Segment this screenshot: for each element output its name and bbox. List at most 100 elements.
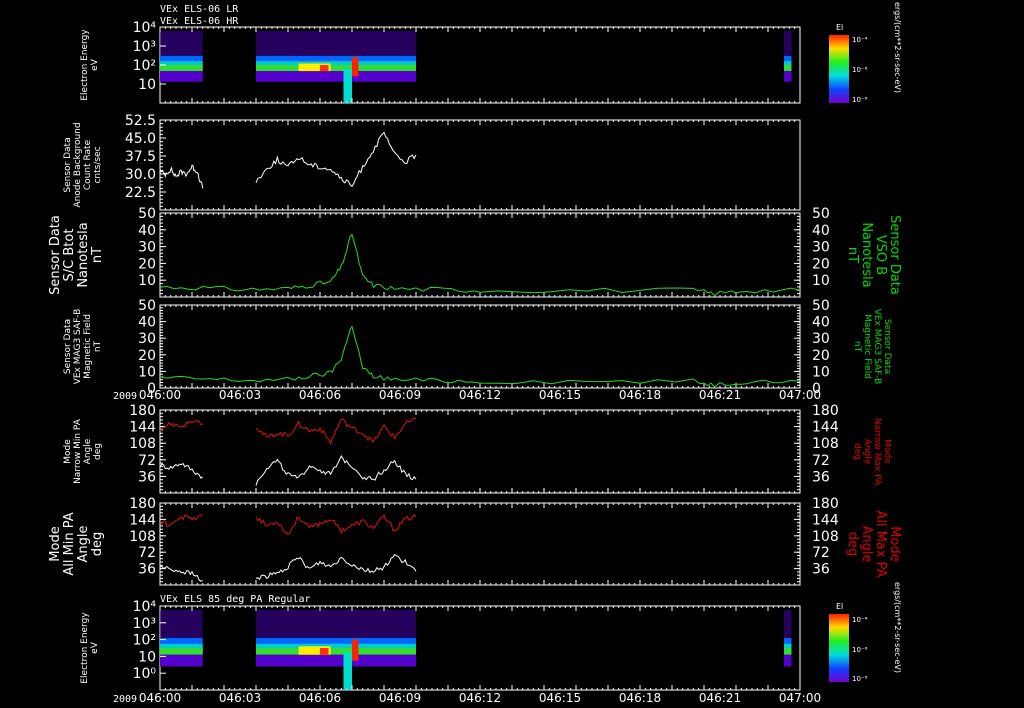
ylabel-right-5: ModeAll Max PAAngledeg bbox=[845, 510, 902, 577]
colorbar-label-top-2: 10⁻⁶ bbox=[852, 66, 868, 74]
heatmap-ylabel-0-line-0: Electron Energy bbox=[80, 29, 90, 101]
time-tick-bottom-1: 046:03 bbox=[219, 691, 261, 705]
series-line-5-0 bbox=[159, 514, 204, 528]
y-tick-label-1: 52.5 bbox=[125, 113, 156, 129]
ylabel-3-line-0: Sensor Data bbox=[63, 319, 73, 374]
year-label-bottom: 2009 bbox=[113, 694, 137, 705]
series-line-2-0 bbox=[159, 233, 801, 297]
ylabel-right-4: ModeNarrow Max PAAngledeg bbox=[852, 418, 892, 486]
y-tick-label-4: 72 bbox=[138, 453, 156, 469]
y-tick-label-right-5: 36 bbox=[812, 562, 830, 578]
ylabel-5-line-0: Mode bbox=[48, 526, 63, 561]
time-tick-bottom-5: 046:15 bbox=[539, 691, 581, 705]
y-tick-label-3: 50 bbox=[138, 298, 156, 314]
ylabel-right-4-line-3: deg bbox=[852, 443, 862, 460]
time-tick-top-2: 046:06 bbox=[299, 388, 341, 402]
heatmap-hotspot-red-2 bbox=[352, 57, 359, 77]
time-tick-bottom-8: 047:00 bbox=[779, 691, 821, 705]
ylabel-right-4-line-1: Narrow Max PA bbox=[872, 418, 882, 486]
colorbar-label-top-1: 10⁻⁴ bbox=[852, 36, 868, 44]
heatmap-band-purple bbox=[256, 654, 416, 667]
colorbar-gradient-top bbox=[829, 35, 849, 103]
ylabel-right-3-line-0: Sensor Data bbox=[882, 319, 892, 374]
line-frame-3 bbox=[159, 304, 801, 389]
time-tick-bottom-6: 046:18 bbox=[619, 691, 661, 705]
series-line-1-0 bbox=[159, 164, 204, 189]
y-tick-label-right-2: 40 bbox=[812, 223, 830, 239]
line-panel-3: 50 5040 4030 3020 2010 100 0 bbox=[138, 298, 830, 397]
y-tick-label-5: 72 bbox=[138, 545, 156, 561]
heatmap-ylabel-0-line-1: eV bbox=[90, 58, 100, 71]
y-tick-label-right-3: 30 bbox=[812, 331, 830, 347]
colorbar-gradient-bottom bbox=[829, 614, 849, 682]
ylabel-right-3-line-2: Magnetic Field bbox=[862, 314, 872, 379]
heatmap-band-green bbox=[256, 648, 416, 655]
y-tick-label-right-4: 36 bbox=[812, 469, 830, 485]
y-tick-label-right-4: 72 bbox=[812, 453, 830, 469]
colorbar-units-bottom: ergs/(cm**2-sr-sec-eV) bbox=[893, 582, 902, 673]
ylabel-right-2: Sensor DataVSO BNanoteslanT bbox=[845, 215, 902, 295]
y-tick-label-4: 36 bbox=[138, 469, 156, 485]
y-tick-label-right-2: 50 bbox=[812, 206, 830, 222]
series-line-5-0 bbox=[255, 513, 417, 536]
y-tick-label-right-2: 30 bbox=[812, 240, 830, 256]
heatmap-band-purple bbox=[784, 654, 792, 667]
y-tick-label-4: 144 bbox=[129, 420, 156, 436]
time-tick-top-5: 046:15 bbox=[539, 388, 581, 402]
ylabel-1-line-2: Count Rate bbox=[83, 139, 93, 190]
ylabel-right-5-line-0: Mode bbox=[887, 526, 902, 561]
line-frame-5 bbox=[159, 502, 801, 586]
y-tick-label-5: 36 bbox=[138, 562, 156, 578]
y-tick-label-right-2: 10 bbox=[812, 273, 830, 289]
heatmap-band-green bbox=[784, 648, 792, 655]
line-panel-5: 180 180144 144108 10872 7236 36 bbox=[129, 496, 839, 586]
series-line-4-1 bbox=[159, 462, 203, 479]
line-frame-4 bbox=[159, 409, 801, 494]
time-tick-bottom-2: 046:06 bbox=[299, 691, 341, 705]
ylabel-right-3: Sensor DataVEx MAG3 SAF-BMagnetic Fieldn… bbox=[852, 309, 892, 385]
ylabel-3-line-2: Magnetic Field bbox=[83, 314, 93, 379]
ylabel-4-line-2: Angle bbox=[83, 438, 93, 464]
ylabel-1: Sensor Data Anode Background Count Rate cnt… bbox=[63, 122, 103, 207]
ylabel-right-5-line-1: All Max PA bbox=[873, 510, 888, 577]
y-tick-label-right-4: 108 bbox=[812, 436, 839, 452]
time-tick-top-0: 046:00 bbox=[139, 388, 181, 402]
y-tick-label-right-3: 40 bbox=[812, 315, 830, 331]
heatmap-band-purple bbox=[256, 71, 416, 82]
heatmap-y-label: 10⁴ bbox=[133, 599, 157, 615]
series-line-3-0 bbox=[159, 325, 801, 388]
y-tick-label-right-4: 144 bbox=[812, 420, 839, 436]
y-tick-label-4: 180 bbox=[129, 403, 156, 419]
colorbar-label-bottom-1: 10⁻⁴ bbox=[852, 616, 868, 624]
header-line-2: VEx ELS-06 HR bbox=[160, 16, 239, 27]
ylabel-right-4-line-2: Angle bbox=[862, 439, 872, 465]
time-tick-top-6: 046:18 bbox=[619, 388, 661, 402]
ylabel-3-line-3: nT bbox=[93, 340, 103, 352]
y-tick-label-1: 22.5 bbox=[125, 185, 156, 201]
ylabel-2: Sensor Data S/C Btot Nanotesla nT bbox=[48, 215, 105, 295]
y-tick-label-3: 20 bbox=[138, 348, 156, 364]
heatmap-band-green bbox=[160, 648, 203, 655]
plot-canvas: VEx ELS-06 LR VEx ELS-06 HR VEx ELS 85 d… bbox=[48, 2, 902, 705]
ylabel-right-3-line-1: VEx MAG3 SAF-B bbox=[872, 309, 882, 385]
ylabel-4-line-0: Mode bbox=[63, 439, 73, 464]
time-tick-bottom-3: 046:09 bbox=[379, 691, 421, 705]
y-tick-label-5: 180 bbox=[129, 496, 156, 512]
heatmap-ylabel-6: Electron Energy eV bbox=[80, 612, 100, 684]
y-tick-label-1: 37.5 bbox=[125, 149, 156, 165]
time-tick-bottom-4: 046:12 bbox=[459, 691, 501, 705]
ylabel-1-line-1: Anode Background bbox=[73, 122, 83, 207]
y-tick-label-2: 10 bbox=[138, 273, 156, 289]
colorbar-title-bottom: El bbox=[836, 602, 843, 611]
ylabel-5-line-1: All Min PA bbox=[62, 512, 77, 575]
ylabel-4-line-1: Narrow Min PA bbox=[73, 418, 83, 484]
colorbar-top: El 10⁻⁴ 10⁻⁶ 10⁻⁸ bbox=[829, 23, 868, 104]
y-tick-label-5: 108 bbox=[129, 529, 156, 545]
series-line-4-1 bbox=[255, 454, 417, 486]
heatmap-y-label: 10 bbox=[138, 77, 156, 93]
y-tick-label-right-2: 20 bbox=[812, 256, 830, 272]
ylabel-right-5-line-3: deg bbox=[845, 532, 860, 557]
ylabel-5: Mode All Min PA Angle deg bbox=[48, 512, 105, 575]
ylabel-4-line-3: deg bbox=[93, 443, 103, 460]
time-tick-top-3: 046:09 bbox=[379, 388, 421, 402]
